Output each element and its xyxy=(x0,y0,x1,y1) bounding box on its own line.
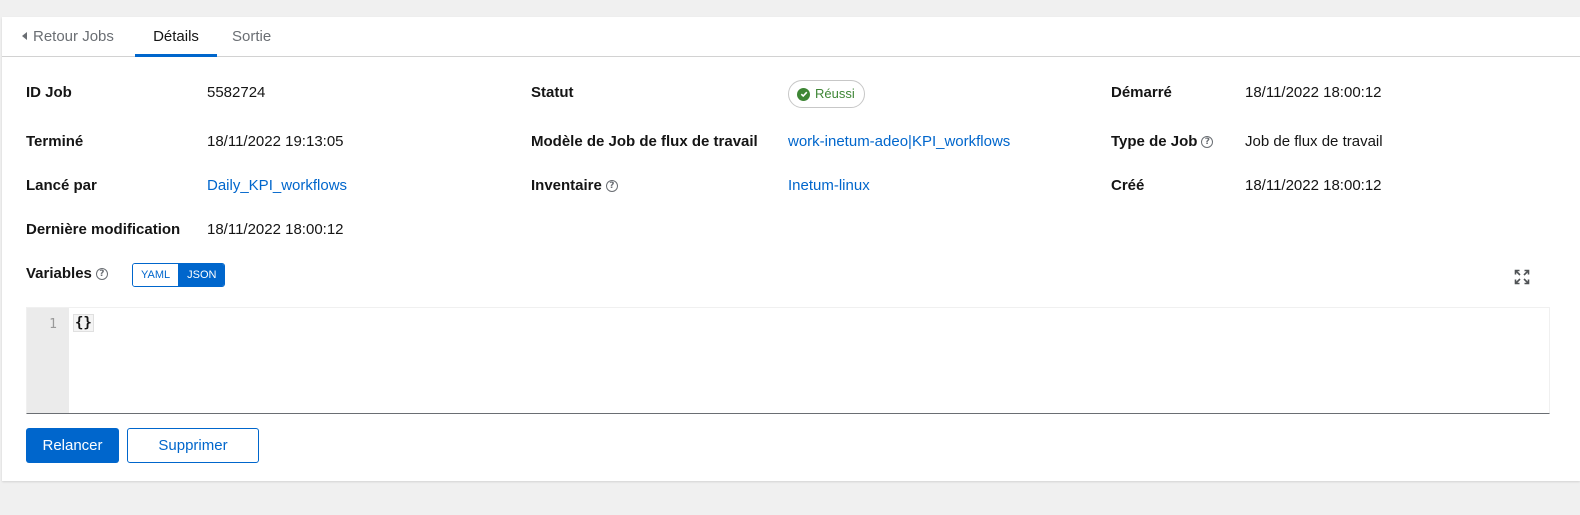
tab-back-to-jobs[interactable]: Retour Jobs xyxy=(22,17,114,56)
editor-gutter: 1 xyxy=(27,308,69,413)
last-modified-label: Dernière modification xyxy=(26,221,181,238)
caret-left-icon xyxy=(22,32,27,40)
editor-content[interactable]: {} xyxy=(73,314,94,332)
started-label: Démarré xyxy=(1111,84,1172,101)
tab-output-label: Sortie xyxy=(232,28,272,45)
tab-output[interactable]: Sortie xyxy=(232,17,271,56)
status-badge: Réussi xyxy=(788,80,865,108)
job-type-label: Type de Job xyxy=(1111,133,1198,150)
status-value: Réussi xyxy=(815,86,855,101)
variables-code-editor[interactable]: 1 {} xyxy=(26,307,1550,414)
last-modified-value: 18/11/2022 18:00:12 xyxy=(207,221,344,238)
tab-details[interactable]: Détails xyxy=(135,17,217,57)
job-type-value: Job de flux de travail xyxy=(1245,133,1383,150)
finished-value: 18/11/2022 19:13:05 xyxy=(207,133,344,150)
job-type-label-wrap: Type de Job? xyxy=(1111,133,1214,150)
workflow-template-link[interactable]: work-inetum-adeo|KPI_workflows xyxy=(788,133,1010,150)
json-toggle-button[interactable]: JSON xyxy=(179,264,225,286)
launched-by-label: Lancé par xyxy=(26,177,97,194)
launched-by-link[interactable]: Daily_KPI_workflows xyxy=(207,177,347,194)
yaml-toggle-button[interactable]: YAML xyxy=(133,264,180,286)
inventory-link[interactable]: Inetum-linux xyxy=(788,177,870,194)
question-circle-icon[interactable]: ? xyxy=(95,268,108,280)
job-id-label: ID Job xyxy=(26,84,72,101)
inventory-label-wrap: Inventaire? xyxy=(531,177,618,194)
question-circle-icon[interactable]: ? xyxy=(1201,136,1214,148)
created-value: 18/11/2022 18:00:12 xyxy=(1245,177,1382,194)
tab-bar: Retour Jobs Détails Sortie xyxy=(2,17,1580,57)
job-id-value: 5582724 xyxy=(207,84,266,101)
expand-icon[interactable] xyxy=(1514,269,1530,285)
delete-button[interactable]: Supprimer xyxy=(127,428,259,463)
line-number: 1 xyxy=(49,317,57,332)
inventory-label: Inventaire xyxy=(531,177,602,194)
status-label: Statut xyxy=(531,84,574,101)
variables-format-toggle: YAML JSON xyxy=(132,263,226,287)
tab-details-label: Détails xyxy=(153,28,199,45)
workflow-template-label: Modèle de Job de flux de travail xyxy=(531,133,758,150)
finished-label: Terminé xyxy=(26,133,84,150)
relaunch-button[interactable]: Relancer xyxy=(26,428,119,463)
check-circle-icon xyxy=(797,87,810,101)
question-circle-icon[interactable]: ? xyxy=(605,180,618,192)
created-label: Créé xyxy=(1111,177,1145,194)
job-details-card: Retour Jobs Détails Sortie ID Job 558272… xyxy=(2,17,1580,481)
variables-label-wrap: Variables? xyxy=(26,265,108,282)
variables-label: Variables xyxy=(26,265,92,282)
tab-back-label: Retour Jobs xyxy=(33,28,114,45)
started-value: 18/11/2022 18:00:12 xyxy=(1245,84,1382,101)
